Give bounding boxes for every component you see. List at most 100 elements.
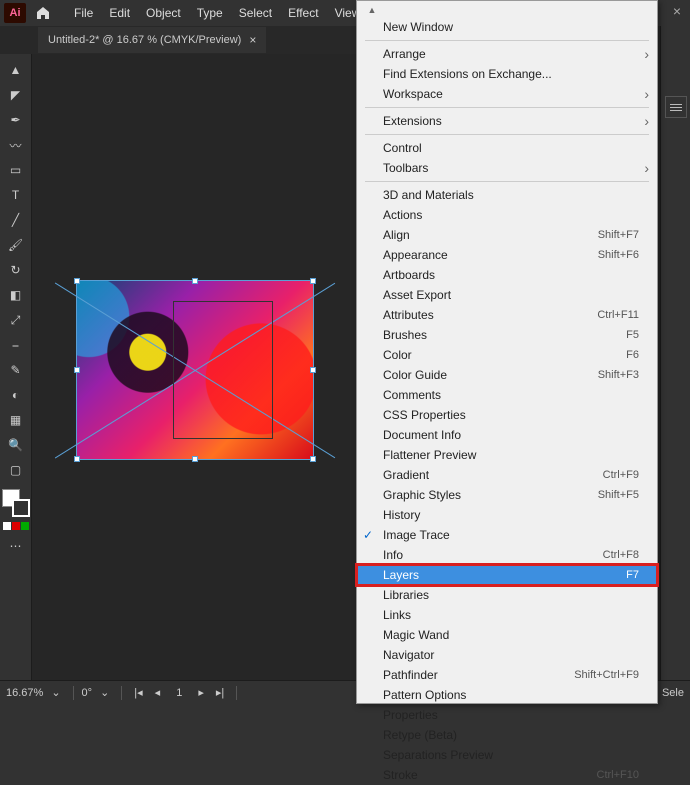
menu-item-layers[interactable]: LayersF7 [357,565,657,585]
menu-type[interactable]: Type [189,2,231,24]
menu-item-asset-export[interactable]: Asset Export [357,285,657,305]
document-tab-title: Untitled-2* @ 16.67 % (CMYK/Preview) [48,34,241,46]
menu-item-info[interactable]: InfoCtrl+F8 [357,545,657,565]
last-artboard-icon[interactable]: ▸| [212,686,228,699]
menu-edit[interactable]: Edit [101,2,138,24]
fill-stroke-swatch[interactable] [2,489,30,517]
menu-item-label: Color [383,348,412,362]
menu-item-comments[interactable]: Comments [357,385,657,405]
menu-object[interactable]: Object [138,2,189,24]
gradient-tool[interactable]: ◐ [2,383,30,407]
rotate-tool[interactable]: ↻ [2,258,30,282]
menu-item-label: Links [383,608,411,622]
menu-item-stroke[interactable]: StrokeCtrl+F10 [357,765,657,785]
menu-item-navigator[interactable]: Navigator [357,645,657,665]
menu-scroll-up-icon[interactable]: ▲ [365,5,379,15]
menu-item-pathfinder[interactable]: PathfinderShift+Ctrl+F9 [357,665,657,685]
menu-item-separations-preview[interactable]: Separations Preview [357,745,657,765]
zoom-dropdown-icon[interactable]: ⌄ [47,686,64,699]
menu-item-magic-wand[interactable]: Magic Wand [357,625,657,645]
menu-separator [365,107,649,108]
menu-item-align[interactable]: AlignShift+F7 [357,225,657,245]
handle-bc[interactable] [192,456,198,462]
menu-item-history[interactable]: History [357,505,657,525]
menu-item-label: Properties [383,708,438,722]
menu-item-appearance[interactable]: AppearanceShift+F6 [357,245,657,265]
inner-crop-rect[interactable] [173,301,273,439]
menu-item-label: Find Extensions on Exchange... [383,67,552,81]
document-tab[interactable]: Untitled-2* @ 16.67 % (CMYK/Preview) × [38,27,266,53]
handle-tr[interactable] [310,278,316,284]
direct-selection-tool[interactable]: ◤ [2,83,30,107]
menu-item-css-properties[interactable]: CSS Properties [357,405,657,425]
curvature-tool[interactable]: 〰 [2,133,30,157]
tab-close-icon[interactable]: × [249,33,256,47]
menu-item-label: Document Info [383,428,461,442]
menu-item-control[interactable]: Control [357,138,657,158]
mini-swatch[interactable] [12,522,20,530]
menu-item-workspace[interactable]: Workspace [357,84,657,104]
menu-item-links[interactable]: Links [357,605,657,625]
menu-item-flattener-preview[interactable]: Flattener Preview [357,445,657,465]
eyedropper-tool[interactable]: ✎ [2,358,30,382]
rotate-dropdown-icon[interactable]: ⌄ [96,686,113,699]
menu-item-attributes[interactable]: AttributesCtrl+F11 [357,305,657,325]
selected-artwork[interactable] [76,280,314,460]
menu-item-label: 3D and Materials [383,188,474,202]
menu-item-arrange[interactable]: Arrange [357,44,657,64]
handle-bl[interactable] [74,456,80,462]
handle-tl[interactable] [74,278,80,284]
scale-tool[interactable]: ⤢ [2,308,30,332]
menu-item-retype-beta[interactable]: Retype (Beta) [357,725,657,745]
rectangle-tool[interactable]: ▭ [2,158,30,182]
zoom-tool[interactable]: 🔍 [2,433,30,457]
handle-mr[interactable] [310,367,316,373]
eraser-tool[interactable]: ◧ [2,283,30,307]
mini-swatch[interactable] [3,522,11,530]
panel-menu-icon[interactable] [665,96,687,118]
line-tool[interactable]: ╱ [2,208,30,232]
home-icon[interactable] [32,2,54,24]
mesh-tool[interactable]: ▦ [2,408,30,432]
mini-swatch[interactable] [21,522,29,530]
menu-item-3d-and-materials[interactable]: 3D and Materials [357,185,657,205]
menu-item-gradient[interactable]: GradientCtrl+F9 [357,465,657,485]
prev-artboard-icon[interactable]: ◂ [151,686,165,699]
menu-effect[interactable]: Effect [280,2,326,24]
menu-item-pattern-options[interactable]: Pattern Options [357,685,657,705]
menu-item-new-window[interactable]: New Window [357,17,657,37]
menu-item-toolbars[interactable]: Toolbars [357,158,657,178]
menu-item-properties[interactable]: Properties [357,705,657,725]
menu-item-brushes[interactable]: BrushesF5 [357,325,657,345]
next-artboard-icon[interactable]: ▸ [194,686,208,699]
menu-item-libraries[interactable]: Libraries [357,585,657,605]
menu-item-document-info[interactable]: Document Info [357,425,657,445]
menu-item-graphic-styles[interactable]: Graphic StylesShift+F5 [357,485,657,505]
menu-item-actions[interactable]: Actions [357,205,657,225]
handle-ml[interactable] [74,367,80,373]
pen-tool[interactable]: ✒ [2,108,30,132]
menu-file[interactable]: File [66,2,101,24]
menu-item-artboards[interactable]: Artboards [357,265,657,285]
handle-br[interactable] [310,456,316,462]
edit-toolbar-icon[interactable]: ⋯ [10,539,22,553]
menu-item-extensions[interactable]: Extensions [357,111,657,131]
menu-item-color-guide[interactable]: Color GuideShift+F3 [357,365,657,385]
artboard-tool[interactable]: ▢ [2,458,30,482]
first-artboard-icon[interactable]: |◂ [130,686,146,699]
menu-item-image-trace[interactable]: ✓Image Trace [357,525,657,545]
paintbrush-tool[interactable]: 🖌 [2,233,30,257]
menu-item-color[interactable]: ColorF6 [357,345,657,365]
zoom-level[interactable]: 16.67% [6,687,43,699]
artboard-number[interactable]: 1 [168,687,190,699]
menu-item-shortcut: Ctrl+F9 [603,468,639,482]
selection-tool[interactable]: ▲ [2,58,30,82]
handle-tc[interactable] [192,278,198,284]
type-tool[interactable]: T [2,183,30,207]
width-tool[interactable]: ⎯ [2,333,30,357]
stroke-swatch[interactable] [12,499,30,517]
rotate-value[interactable]: 0° [82,687,93,699]
close-icon[interactable]: × [668,2,686,20]
menu-item-find-extensions-on-exchange[interactable]: Find Extensions on Exchange... [357,64,657,84]
menu-select[interactable]: Select [231,2,280,24]
